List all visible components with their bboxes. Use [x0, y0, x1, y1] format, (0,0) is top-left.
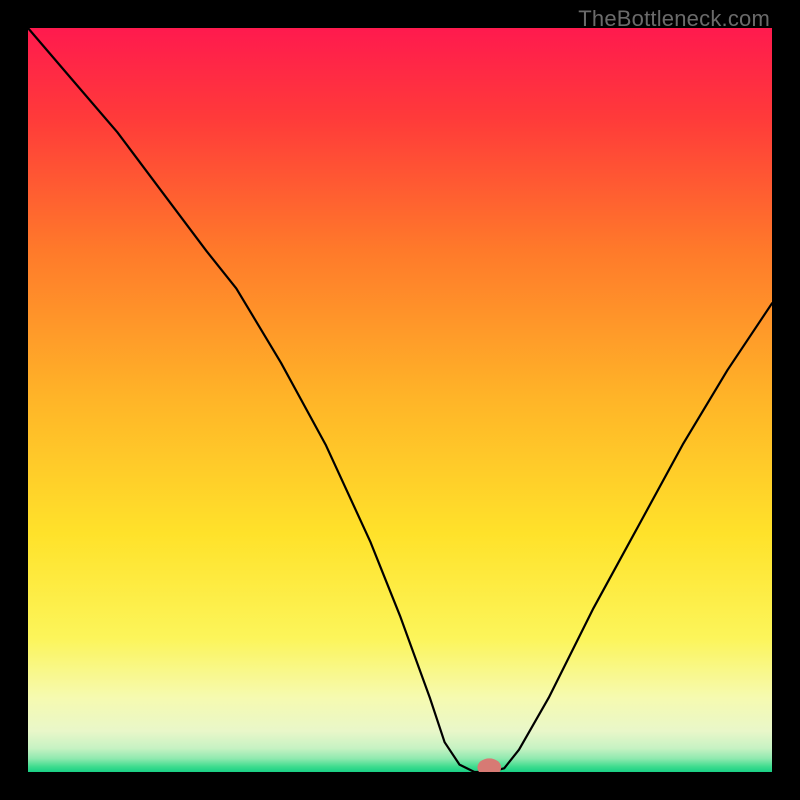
chart-frame: TheBottleneck.com — [0, 0, 800, 800]
gradient-background — [28, 28, 772, 772]
plot-area — [28, 28, 772, 772]
chart-svg — [28, 28, 772, 772]
